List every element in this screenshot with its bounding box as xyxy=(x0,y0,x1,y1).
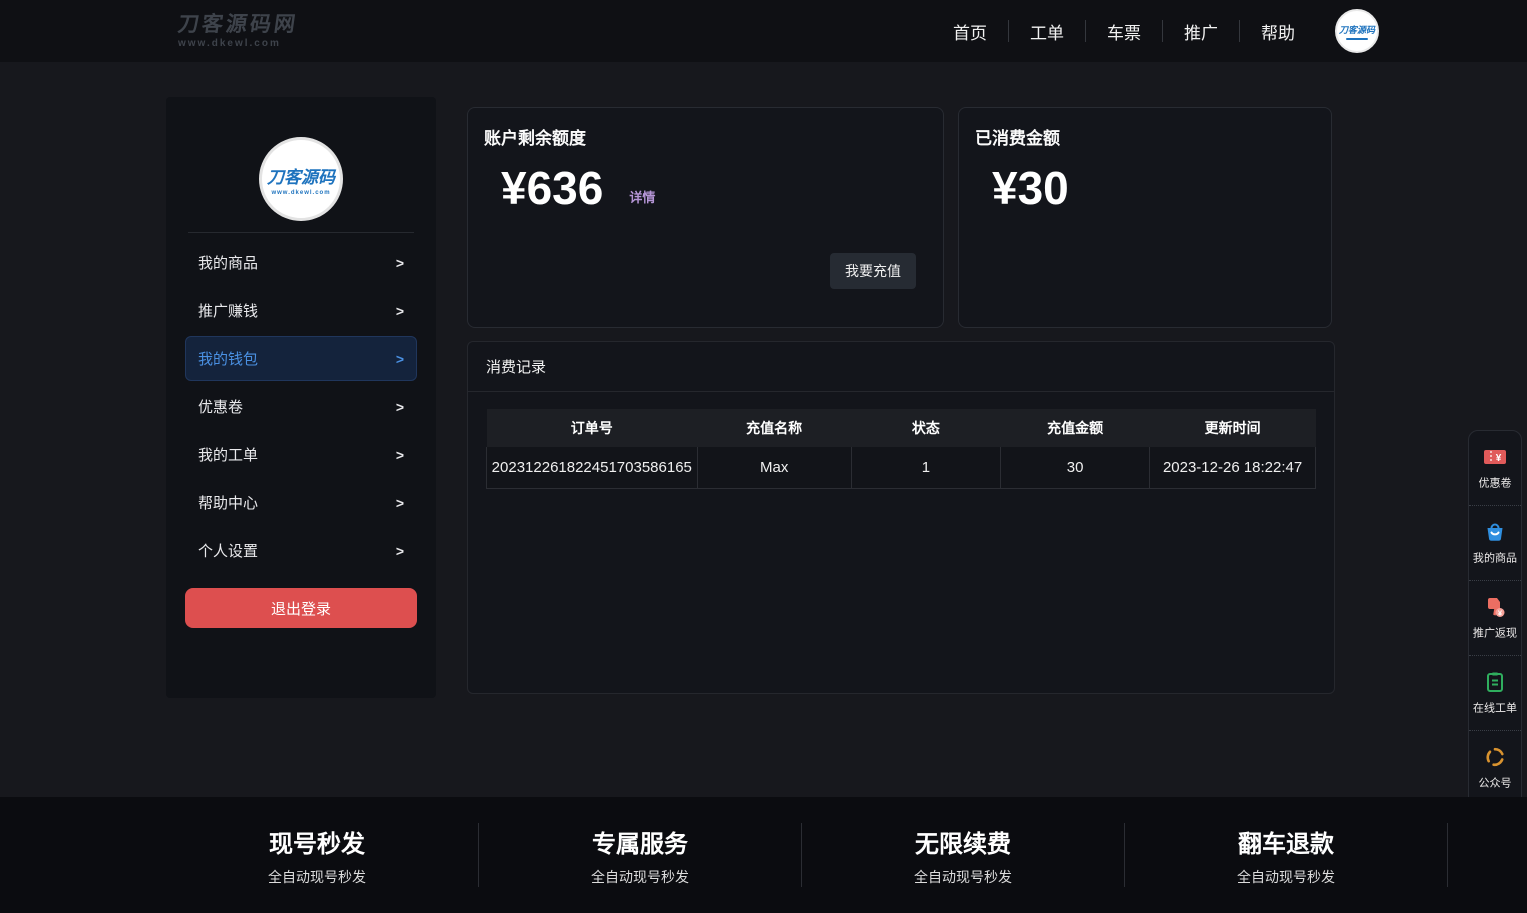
table-header-order-no: 订单号 xyxy=(487,409,698,447)
table-header-row: 订单号 充值名称 状态 充值金额 更新时间 xyxy=(487,409,1316,447)
nav-item-promotion[interactable]: 推广 xyxy=(1163,19,1239,44)
table-cell-updated: 2023-12-26 18:22:47 xyxy=(1150,447,1316,488)
chevron-right-icon: > xyxy=(396,543,404,559)
top-navbar: 刀客源码网 www.dkewl.com 首页 工单 车票 推广 帮助 刀客源码 xyxy=(0,0,1527,62)
logout-button[interactable]: 退出登录 xyxy=(185,588,417,628)
footer-col-unlimited-renewal: 无限续费 全自动现号秒发 xyxy=(802,823,1125,887)
quickbar-item-coupons[interactable]: ¥ 优惠卷 xyxy=(1469,431,1521,506)
footer-col-title: 现号秒发 xyxy=(269,824,365,859)
nav-item-workorder[interactable]: 工单 xyxy=(1009,19,1085,44)
nav-item-home[interactable]: 首页 xyxy=(932,19,1008,44)
chevron-right-icon: > xyxy=(396,303,404,319)
sidebar-item-label: 我的钱包 xyxy=(198,348,258,369)
sidebar-item-promotion-earn[interactable]: 推广赚钱 > xyxy=(185,288,417,333)
consumption-records-card: 消费记录 订单号 充值名称 状态 充值金额 更新时间 2023122618224… xyxy=(467,341,1335,694)
footer-col-refund: 翻车退款 全自动现号秒发 xyxy=(1125,823,1448,887)
sidebar-item-label: 推广赚钱 xyxy=(198,300,258,321)
top-nav: 首页 工单 车票 推广 帮助 刀客源码 xyxy=(932,9,1379,53)
nav-item-ticket[interactable]: 车票 xyxy=(1086,19,1162,44)
chevron-right-icon: > xyxy=(396,495,404,511)
records-title: 消费记录 xyxy=(468,342,1334,392)
table-row: 202312261822451703586165 Max 1 30 2023-1… xyxy=(487,447,1316,488)
sidebar-logo-url: www.dkewl.com xyxy=(271,190,330,196)
footer-col-subtitle: 全自动现号秒发 xyxy=(1237,867,1335,887)
table-cell-recharge-name: Max xyxy=(697,447,851,488)
quickbar-item-official-account[interactable]: 公众号 xyxy=(1469,731,1521,806)
work-order-icon xyxy=(1483,670,1507,694)
shopping-bag-icon xyxy=(1483,520,1507,544)
sidebar-item-my-workorders[interactable]: 我的工单 > xyxy=(185,432,417,477)
sidebar-logo-text: 刀客源码 xyxy=(267,163,335,188)
table-cell-amount: 30 xyxy=(1000,447,1149,488)
footer-col-title: 专属服务 xyxy=(592,824,688,859)
sidebar-item-coupons[interactable]: 优惠卷 > xyxy=(185,384,417,429)
footer-col-title: 翻车退款 xyxy=(1238,824,1334,859)
quickbar-item-online-workorder[interactable]: 在线工单 xyxy=(1469,656,1521,731)
sidebar-item-label: 帮助中心 xyxy=(198,492,258,513)
table-header-status: 状态 xyxy=(851,409,1000,447)
site-logo-subtitle: www.dkewl.com xyxy=(178,38,298,49)
sidebar-item-label: 个人设置 xyxy=(198,540,258,561)
avatar-logo-underline xyxy=(1346,38,1368,40)
user-avatar[interactable]: 刀客源码 xyxy=(1335,9,1379,53)
coupon-icon: ¥ xyxy=(1483,445,1507,469)
sidebar-item-label: 我的工单 xyxy=(198,444,258,465)
sidebar-item-my-wallet[interactable]: 我的钱包 > xyxy=(185,336,417,381)
table-cell-status: 1 xyxy=(851,447,1000,488)
sidebar-item-my-products[interactable]: 我的商品 > xyxy=(185,240,417,285)
quickbar-item-label: 优惠卷 xyxy=(1478,475,1511,491)
consumed-card-title: 已消费金额 xyxy=(975,124,1331,149)
footer-col-subtitle: 全自动现号秒发 xyxy=(914,867,1012,887)
sidebar-item-help-center[interactable]: 帮助中心 > xyxy=(185,480,417,525)
balance-amount: ¥636 xyxy=(501,165,603,211)
table-header-recharge-name: 充值名称 xyxy=(697,409,851,447)
footer-col-instant-delivery: 现号秒发 全自动现号秒发 xyxy=(156,823,479,887)
table-header-updated: 更新时间 xyxy=(1150,409,1316,447)
footer-col-title: 无限续费 xyxy=(915,824,1011,859)
quickbar-item-label: 公众号 xyxy=(1478,775,1511,791)
cashback-icon: ¥ xyxy=(1483,595,1507,619)
page-footer: 现号秒发 全自动现号秒发 专属服务 全自动现号秒发 无限续费 全自动现号秒发 翻… xyxy=(0,797,1527,913)
nav-item-help[interactable]: 帮助 xyxy=(1240,19,1316,44)
consumed-card: 已消费金额 ¥30 xyxy=(958,107,1332,328)
avatar-logo-text: 刀客源码 xyxy=(1339,23,1375,36)
footer-col-subtitle: 全自动现号秒发 xyxy=(268,867,366,887)
sidebar-menu: 我的商品 > 推广赚钱 > 我的钱包 > 优惠卷 > 我的工单 > 帮助中心 >… xyxy=(166,240,436,573)
quickbar-item-label: 在线工单 xyxy=(1473,700,1517,716)
chevron-right-icon: > xyxy=(396,255,404,271)
balance-card-title: 账户剩余额度 xyxy=(484,124,943,149)
chevron-right-icon: > xyxy=(396,399,404,415)
official-account-icon xyxy=(1483,745,1507,769)
chevron-right-icon: > xyxy=(396,351,404,367)
user-sidebar: 刀客源码 www.dkewl.com 我的商品 > 推广赚钱 > 我的钱包 > … xyxy=(166,97,436,698)
sidebar-item-label: 优惠卷 xyxy=(198,396,243,417)
sidebar-item-personal-settings[interactable]: 个人设置 > xyxy=(185,528,417,573)
balance-card: 账户剩余额度 ¥636 详情 我要充值 xyxy=(467,107,944,328)
balance-detail-link[interactable]: 详情 xyxy=(629,187,655,206)
quickbar-item-cashback[interactable]: ¥ 推广返现 xyxy=(1469,581,1521,656)
svg-text:¥: ¥ xyxy=(1496,453,1502,464)
footer-col-subtitle: 全自动现号秒发 xyxy=(591,867,689,887)
sidebar-divider xyxy=(188,232,414,233)
footer-col-exclusive-service: 专属服务 全自动现号秒发 xyxy=(479,823,802,887)
quickbar-item-label: 我的商品 xyxy=(1473,550,1517,566)
site-logo: 刀客源码网 www.dkewl.com xyxy=(178,13,298,48)
quickbar-item-my-products[interactable]: 我的商品 xyxy=(1469,506,1521,581)
recharge-button[interactable]: 我要充值 xyxy=(830,253,916,289)
consumed-amount: ¥30 xyxy=(992,165,1069,211)
records-table: 订单号 充值名称 状态 充值金额 更新时间 202312261822451703… xyxy=(486,409,1316,489)
table-cell-order-no: 202312261822451703586165 xyxy=(487,447,698,488)
sidebar-item-label: 我的商品 xyxy=(198,252,258,273)
quickbar-item-label: 推广返现 xyxy=(1473,625,1517,641)
chevron-right-icon: > xyxy=(396,447,404,463)
table-header-amount: 充值金额 xyxy=(1000,409,1149,447)
sidebar-logo-badge: 刀客源码 www.dkewl.com xyxy=(259,137,343,221)
site-logo-title: 刀客源码网 xyxy=(176,13,299,36)
